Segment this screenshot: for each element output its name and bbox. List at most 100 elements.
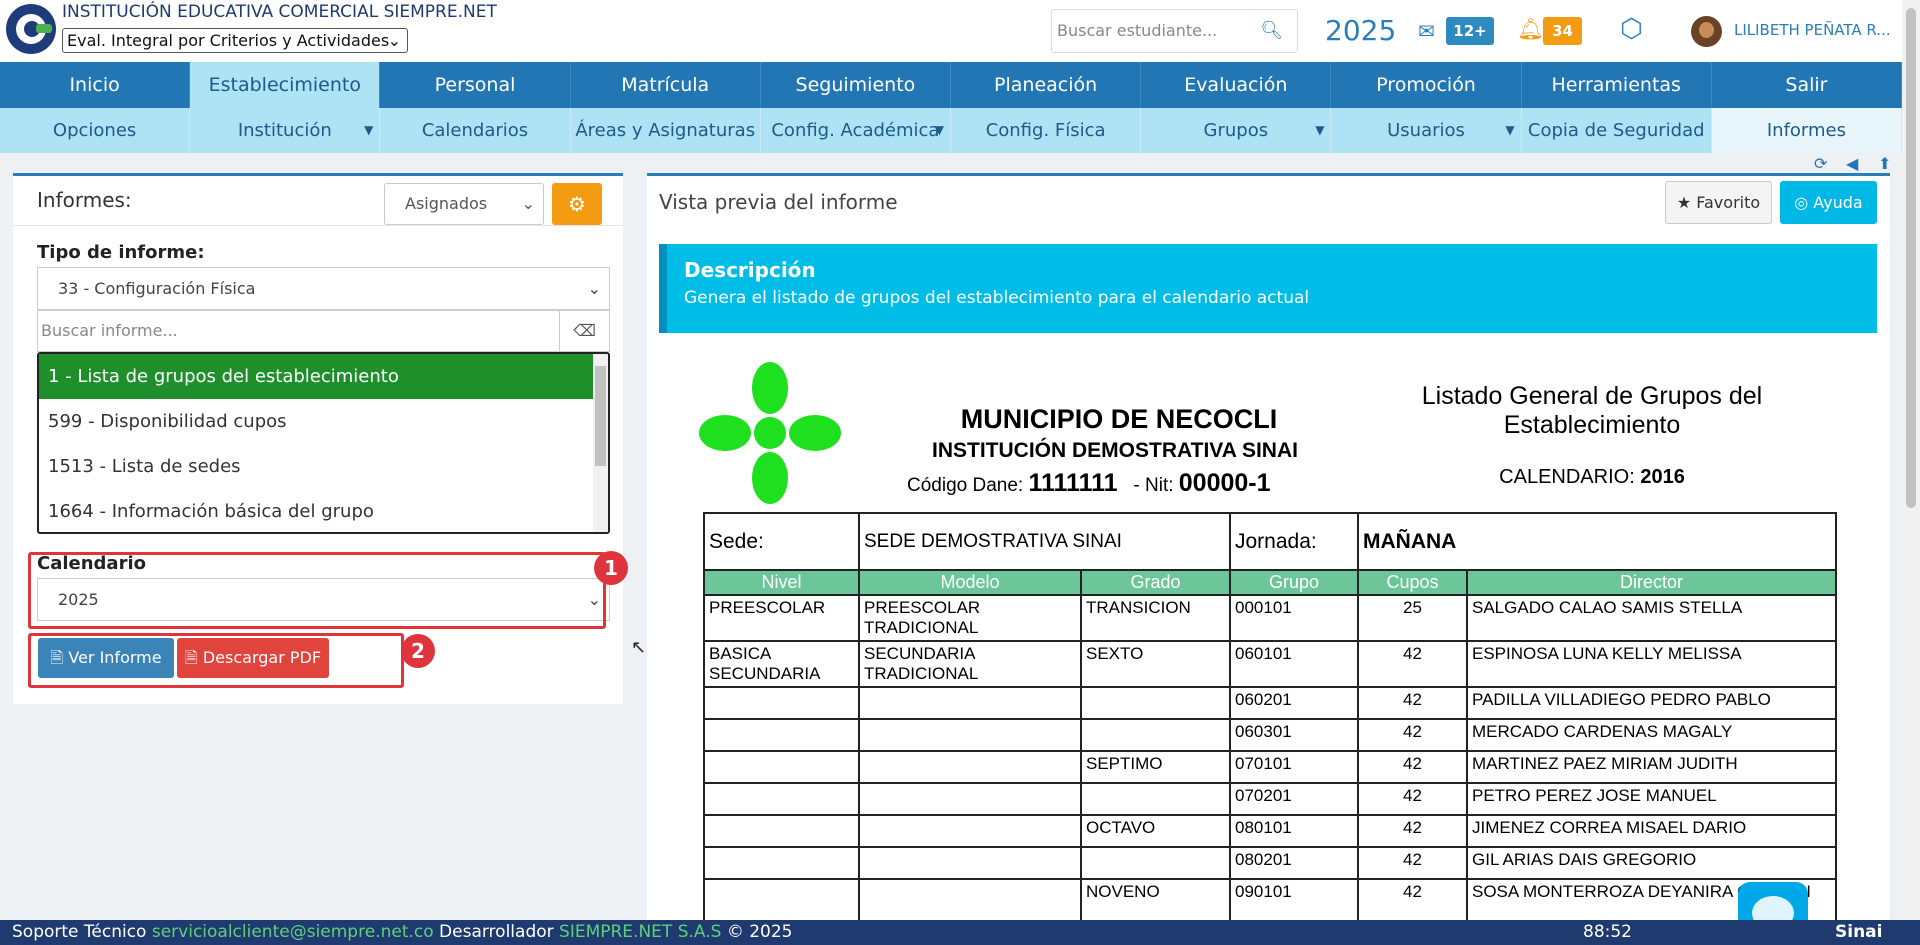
search-placeholder: Buscar informe... [41,321,178,340]
list-item[interactable]: 1664 - Información básica del grupo [39,489,608,532]
table-cell: 060201 [1229,686,1359,720]
table-cell: 090101 [1229,878,1359,920]
year-display[interactable]: 2025 [1325,14,1396,47]
table-cell: PREESCOLAR [703,594,860,642]
filter-select[interactable]: Asignados ⌄ [384,183,544,225]
table-cell [858,750,1082,784]
caret-down-icon: ▼ [1315,123,1325,137]
refresh-icon[interactable]: ⟳ [1814,154,1827,173]
table-cell [858,878,1082,920]
cube-icon[interactable]: ⬡ [1620,14,1643,44]
eval-mode-select[interactable]: Eval. Integral por Criterios y Actividad… [62,28,408,53]
table-cell [703,686,860,720]
table-cell: 080101 [1229,814,1359,848]
sede-row: Sede: SEDE DEMOSTRATIVA SINAI Jornada: M… [703,512,1837,571]
file-icon: 🗎 [50,648,69,667]
tipo-informe-select[interactable]: 33 - Configuración Física ⌄ [37,267,610,310]
subnav-informes[interactable]: Informes [1711,108,1903,153]
report-search-input[interactable]: Buscar informe... ⌫ [37,310,610,352]
subnav-config-academica[interactable]: Config. Académica ▼ [761,108,952,153]
table-cell: ESPINOSA LUNA KELLY MELISSA [1466,640,1837,688]
scrollbar-thumb[interactable] [1906,8,1916,508]
table-cell: GIL ARIAS DAIS GREGORIO [1466,846,1837,880]
subnav-grupos[interactable]: Grupos ▼ [1141,108,1332,153]
table-cell [703,718,860,752]
nav-personal[interactable]: Personal [380,62,571,108]
envelope-icon[interactable]: ✉ [1418,19,1435,43]
nav-planeacion[interactable]: Planeación [951,62,1142,108]
search-icon[interactable]: 🔍︎ [1260,20,1283,41]
avatar[interactable] [1691,16,1722,47]
table-row: BASICA SECUNDARIA SECUNDARIA TRADICIONAL S… [703,640,1837,688]
developer-link[interactable]: SIEMPRE.NET S.A.S [559,922,721,942]
favorite-button[interactable]: ★ Favorito [1665,181,1772,224]
table-cell [858,718,1082,752]
subnav-opciones[interactable]: Opciones [0,108,191,153]
listbox-scrollbar[interactable] [593,354,608,532]
settings-button[interactable]: ⚙ [552,183,602,225]
user-name[interactable]: LILIBETH PEÑATA R... [1734,21,1891,39]
nav-establecimiento[interactable]: Establecimiento [190,62,381,108]
nav-salir[interactable]: Salir [1712,62,1903,108]
ver-informe-button[interactable]: 🗎 Ver Informe [38,638,174,678]
nav-herramientas[interactable]: Herramientas [1522,62,1712,108]
bell-icon[interactable]: 🔔︎ [1517,17,1544,42]
support-email-link[interactable]: servicioalcliente@siempre.net.co [152,922,434,942]
table-row: 070201 42 PETRO PEREZ JOSE MANUEL [703,782,1837,816]
descargar-pdf-button[interactable]: 🗎 Descargar PDF [177,638,329,678]
back-icon[interactable]: ◀ [1846,154,1858,173]
page-scrollbar[interactable] [1902,0,1920,920]
report-institucion: INSTITUCIÓN DEMOSTRATIVA SINAI [932,439,1298,462]
subnav-copia-seguridad[interactable]: Copia de Seguridad [1522,108,1712,153]
subnav-areas[interactable]: Áreas y Asignaturas [571,108,761,153]
up-icon[interactable]: ⬆ [1878,154,1891,173]
description-text: Genera el listado de grupos del establec… [684,288,1310,308]
step-marker-2: 2 [401,634,435,668]
eraser-icon[interactable]: ⌫ [559,311,609,351]
list-item[interactable]: 1 - Lista de grupos del establecimiento [39,354,608,399]
nav-seguimiento[interactable]: Seguimiento [761,62,952,108]
subnav-config-fisica[interactable]: Config. Física [951,108,1142,153]
student-search-input[interactable]: Buscar estudiante... 🔍︎ [1051,9,1298,53]
institution-name: INSTITUCIÓN EDUCATIVA COMERCIAL SIEMPRE.… [62,2,497,22]
subnav-usuarios[interactable]: Usuarios ▼ [1331,108,1522,153]
table-cell: 42 [1357,878,1468,920]
list-item[interactable]: 599 - Disponibilidad cupos [39,399,608,444]
table-body: PREESCOLAR PREESCOLAR TRADICIONAL TRANSICI… [703,594,1837,920]
panel-title: Informes: [37,188,132,212]
pdf-icon: 🗎 [184,648,203,667]
table-cell: 42 [1357,782,1468,816]
table-cell [858,846,1082,880]
table-cell: 42 [1357,750,1468,784]
subnav-label: Config. Física [985,120,1106,141]
list-item[interactable]: 1513 - Lista de sedes [39,444,608,489]
table-cell: SEPTIMO [1080,750,1231,784]
subnav-label: Informes [1766,120,1846,141]
table-cell [858,686,1082,720]
subnav-calendarios[interactable]: Calendarios [380,108,571,153]
nav-inicio[interactable]: Inicio [0,62,191,108]
scrollbar-thumb[interactable] [595,366,606,466]
messages-badge[interactable]: 12+ [1446,17,1494,45]
nav-promocion[interactable]: Promoción [1331,62,1522,108]
subnav-label: Copia de Seguridad [1527,120,1705,141]
table-cell [703,750,860,784]
help-button[interactable]: ◎ Ayuda [1780,181,1877,224]
subnav-institucion[interactable]: Institución ▼ [190,108,381,153]
report-listbox[interactable]: 1 - Lista de grupos del establecimiento … [37,352,610,534]
table-cell: 070201 [1229,782,1359,816]
table-cell: JIMENEZ CORREA MISAEL DARIO [1466,814,1837,848]
button-label: Ver Informe [68,648,162,667]
sinai-brand: Sinai [1835,922,1883,942]
table-cell [1080,686,1231,720]
notifications-badge[interactable]: 34 [1543,17,1582,45]
table-cell: NOVENO [1080,878,1231,920]
nav-matricula[interactable]: Matrícula [571,62,761,108]
nav-evaluacion[interactable]: Evaluación [1141,62,1332,108]
table-row: SEPTIMO 070101 42 MARTINEZ PAEZ MIRIAM JUDI… [703,750,1837,784]
table-cell: 080201 [1229,846,1359,880]
subnav-label: Calendarios [421,120,529,141]
chevron-down-icon: ⌄ [521,194,535,213]
table-cell [703,846,860,880]
description-title: Descripción [684,258,816,282]
